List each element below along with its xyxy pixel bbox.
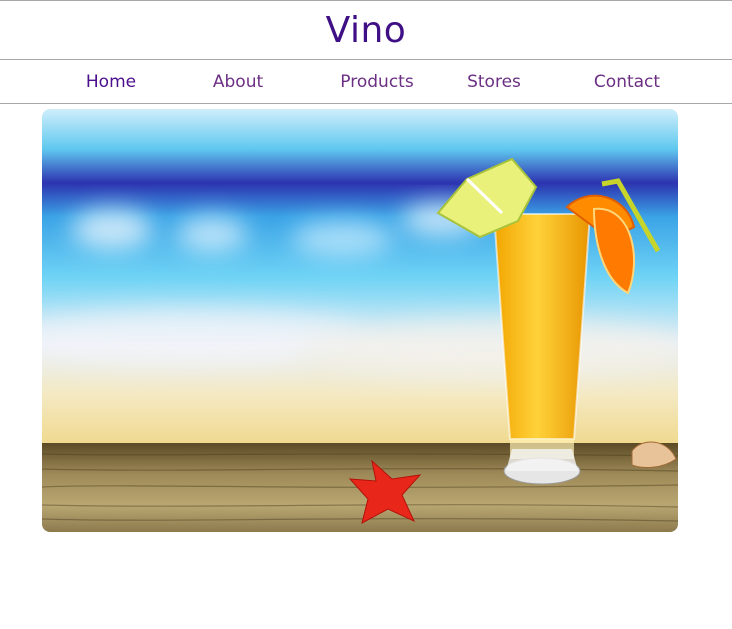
nav-contact[interactable]: Contact (594, 71, 660, 93)
nav-home[interactable]: Home (86, 71, 136, 93)
nav-products[interactable]: Products (340, 71, 413, 93)
hero-image (42, 109, 678, 532)
nav-about[interactable]: About (213, 71, 263, 93)
site-header: Vino (0, 0, 732, 60)
site-logo[interactable]: Vino (326, 9, 407, 53)
main-nav: Home About Products Stores Contact (0, 60, 732, 104)
tropical-drink-image (42, 109, 678, 532)
nav-stores[interactable]: Stores (467, 71, 521, 93)
